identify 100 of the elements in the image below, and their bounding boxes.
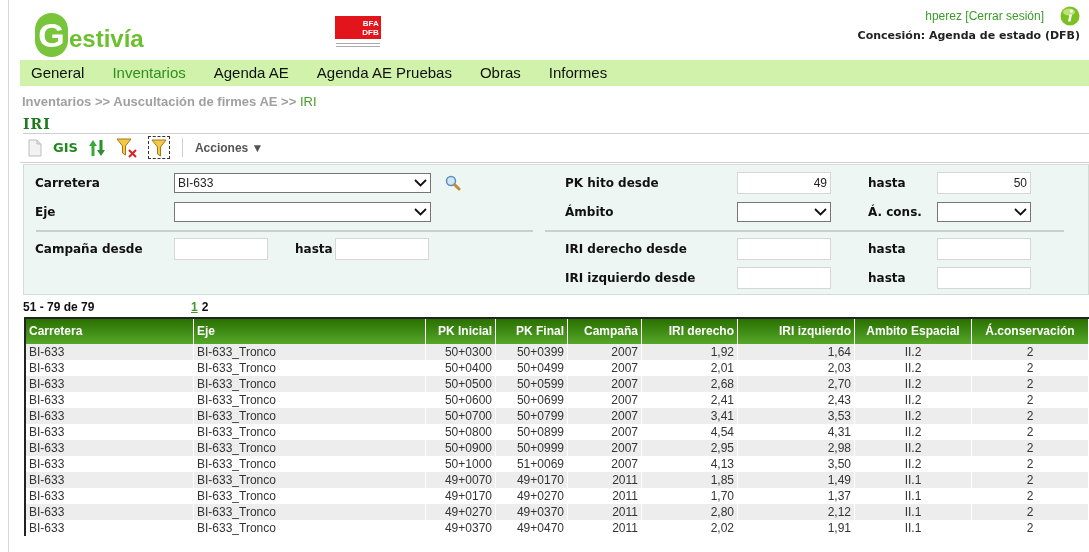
table-cell: 2,41 — [642, 391, 738, 408]
table-cell: II.2 — [855, 455, 972, 472]
input-field[interactable] — [335, 238, 429, 260]
chevron-down-icon — [814, 208, 827, 216]
column-header[interactable]: Ambito Espacial — [855, 318, 972, 344]
table-cell: 2,70 — [738, 375, 855, 392]
table-cell: II.2 — [855, 343, 972, 360]
table-cell: BI-633 — [26, 423, 194, 440]
table-cell: 49+0070 — [426, 471, 496, 488]
input-field[interactable] — [737, 267, 831, 289]
table-cell: 49+0370 — [426, 519, 496, 536]
column-header[interactable]: Campaña — [568, 318, 642, 344]
table-cell: 1,49 — [738, 471, 855, 488]
agency-logo-text: BFA — [362, 18, 379, 28]
table-cell: BI-633 — [26, 503, 194, 520]
table-cell: BI-633_Tronco — [194, 359, 426, 376]
table-cell: BI-633_Tronco — [194, 423, 426, 440]
table-cell: 3,41 — [642, 407, 738, 424]
logout-link[interactable]: [Cerrar sesión] — [965, 9, 1044, 23]
info-icon[interactable] — [1060, 6, 1080, 26]
column-header[interactable]: PK Inicial — [426, 318, 496, 344]
table-cell: 49+0270 — [426, 503, 496, 520]
table-cell: 2007 — [568, 407, 642, 424]
table-cell: 2 — [972, 503, 1089, 520]
select-field[interactable] — [174, 202, 431, 222]
table-cell: 2,01 — [642, 359, 738, 376]
table-cell: BI-633_Tronco — [194, 487, 426, 504]
input-field[interactable] — [937, 238, 1031, 260]
column-header[interactable]: Á.conservación — [972, 318, 1089, 344]
table-cell: II.2 — [855, 375, 972, 392]
gis-button[interactable]: GIS — [53, 141, 78, 154]
field-label: IRI izquierdo desde — [565, 270, 697, 287]
field-label: PK hito desde — [565, 175, 660, 192]
input-field[interactable] — [937, 267, 1031, 289]
page-link[interactable]: 1 — [191, 297, 198, 316]
nav-tab[interactable]: Informes — [548, 61, 608, 85]
table-cell: 2011 — [568, 487, 642, 504]
table-cell: 2,68 — [642, 375, 738, 392]
table-cell: 2 — [972, 439, 1089, 456]
table-cell: BI-633 — [26, 375, 194, 392]
input-field[interactable]: 50 — [937, 172, 1031, 194]
table-cell: 2 — [972, 343, 1089, 360]
input-field[interactable] — [737, 238, 831, 260]
column-header[interactable]: PK Final — [496, 318, 568, 344]
input-field[interactable]: 49 — [737, 172, 831, 194]
select-field[interactable] — [737, 202, 831, 222]
nav-tab[interactable]: General — [31, 61, 85, 85]
table-cell: BI-633_Tronco — [194, 407, 426, 424]
sort-icon[interactable] — [87, 138, 106, 157]
table-cell: 50+0699 — [496, 391, 568, 408]
breadcrumb-trail[interactable]: Inventarios >> Auscultación de firmes AE >> — [22, 94, 297, 109]
column-header[interactable]: Eje — [194, 318, 426, 344]
filter-icon — [150, 138, 167, 157]
table-cell: 1,92 — [642, 343, 738, 360]
table-cell: 3,50 — [738, 455, 855, 472]
table-cell: BI-633 — [26, 343, 194, 360]
table-cell: 2007 — [568, 439, 642, 456]
actions-menu[interactable]: Acciones ▼ — [194, 138, 264, 157]
clear-filter-icon[interactable] — [115, 137, 138, 158]
new-document-icon[interactable] — [27, 138, 43, 157]
table-cell: 50+0400 — [426, 359, 496, 376]
nav-tab[interactable]: Obras — [479, 61, 521, 85]
table-cell: 2007 — [568, 423, 642, 440]
table-cell: 50+0499 — [496, 359, 568, 376]
chevron-down-icon — [1014, 208, 1027, 216]
table-cell: II.2 — [855, 439, 972, 456]
table-cell: II.1 — [855, 471, 972, 488]
table-cell: 4,13 — [642, 455, 738, 472]
table-cell: 50+0899 — [496, 423, 568, 440]
table-cell: 2 — [972, 407, 1089, 424]
username: hperez — [925, 9, 962, 23]
column-header[interactable]: Carretera — [26, 318, 194, 344]
column-header[interactable]: IRI derecho — [642, 318, 738, 344]
table-cell: 2007 — [568, 391, 642, 408]
table-cell: 2007 — [568, 375, 642, 392]
nav-tab[interactable]: Agenda AE Pruebas — [316, 61, 452, 85]
column-header[interactable]: IRI izquierdo — [738, 318, 855, 344]
nav-tab[interactable]: Inventarios — [112, 61, 186, 85]
table-cell: 49+0270 — [496, 487, 568, 504]
table-cell: 2007 — [568, 359, 642, 376]
field-label: Campaña desde — [35, 241, 144, 258]
table-cell: BI-633 — [26, 519, 194, 536]
select-field[interactable]: BI-633 — [174, 173, 431, 193]
table-cell: 49+0170 — [496, 471, 568, 488]
nav-tab[interactable]: Agenda AE — [213, 61, 289, 85]
field-label: hasta — [868, 175, 907, 192]
select-field[interactable] — [937, 202, 1031, 222]
table-cell: 50+0700 — [426, 407, 496, 424]
table-cell: 2007 — [568, 343, 642, 360]
input-field[interactable] — [174, 238, 268, 260]
filter-button[interactable] — [147, 136, 170, 159]
table-cell: 4,31 — [738, 423, 855, 440]
table-cell: 2,95 — [642, 439, 738, 456]
table-cell: BI-633_Tronco — [194, 391, 426, 408]
table-cell: 50+0999 — [496, 439, 568, 456]
page-link[interactable]: 2 — [201, 297, 209, 316]
field-label: IRI derecho desde — [565, 241, 688, 258]
table-cell: 2 — [972, 487, 1089, 504]
table-cell: II.2 — [855, 423, 972, 440]
search-icon[interactable] — [445, 175, 461, 191]
